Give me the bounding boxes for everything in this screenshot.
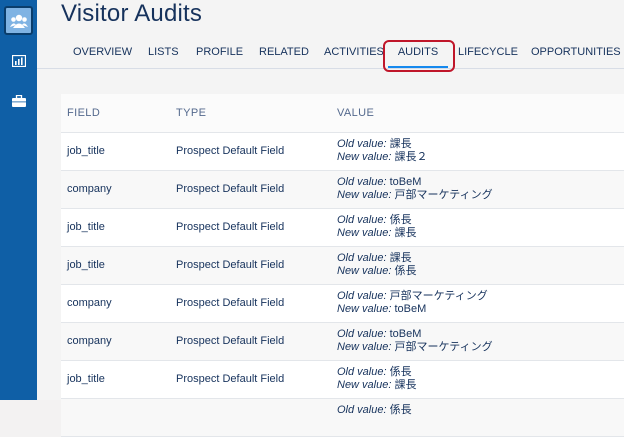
value-cell: Old value: toBeM New value: 戸部マーケティング	[337, 176, 493, 202]
app-sidebar	[0, 0, 37, 400]
table-header: FIELD TYPE VALUE	[61, 94, 624, 133]
old-value: 課長	[389, 138, 412, 150]
new-value: 戸部マーケティング	[394, 341, 493, 353]
field-cell: company	[67, 335, 112, 347]
table-body: job_title Prospect Default Field Old value…	[61, 133, 624, 437]
new-value-label: New value:	[337, 151, 392, 163]
table-row: company Prospect Default Field Old value: …	[61, 171, 624, 209]
table-row: company Prospect Default Field Old value: …	[61, 323, 624, 361]
table-row: Old value: 係長	[61, 399, 624, 437]
column-header-value[interactable]: VALUE	[337, 94, 374, 132]
type-cell: Prospect Default Field	[176, 335, 285, 347]
new-value-line: New value: toBeM	[337, 303, 488, 316]
table-row: job_title Prospect Default Field Old value…	[61, 247, 624, 285]
value-cell: Old value: toBeM New value: 戸部マーケティング	[337, 328, 493, 354]
new-value: 課長	[394, 379, 417, 391]
field-cell: job_title	[67, 145, 105, 157]
old-value-label: Old value:	[337, 290, 387, 302]
old-value-line: Old value: 係長	[337, 214, 416, 227]
sidebar-item-reports[interactable]	[4, 46, 33, 75]
value-cell: Old value: 課長 New value: 係長	[337, 252, 416, 278]
briefcase-icon	[11, 94, 26, 107]
main-content: Visitor Audits OVERVIEW LISTS PROFILE RE…	[37, 0, 624, 437]
field-cell: job_title	[67, 259, 105, 271]
type-cell: Prospect Default Field	[176, 373, 285, 385]
value-cell: Old value: 係長 New value: 課長	[337, 214, 416, 240]
type-cell: Prospect Default Field	[176, 259, 285, 271]
old-value-label: Old value:	[337, 214, 387, 226]
tab-activities[interactable]: ACTIVITIES	[324, 38, 384, 66]
column-header-field[interactable]: FIELD	[67, 94, 100, 132]
table-row: job_title Prospect Default Field Old value…	[61, 361, 624, 399]
new-value-line: New value: 戸部マーケティング	[337, 189, 493, 202]
tab-bar: OVERVIEW LISTS PROFILE RELATED ACTIVITIE…	[37, 38, 624, 72]
new-value-line: New value: 係長	[337, 265, 416, 278]
old-value: 係長	[389, 404, 412, 416]
old-value-line: Old value: 係長	[337, 404, 412, 417]
type-cell: Prospect Default Field	[176, 183, 285, 195]
new-value: 係長	[394, 265, 417, 277]
new-value-line: New value: 課長	[337, 379, 416, 392]
old-value-label: Old value:	[337, 138, 387, 150]
type-cell: Prospect Default Field	[176, 297, 285, 309]
field-cell: company	[67, 183, 112, 195]
sidebar-item-prospects[interactable]	[4, 6, 33, 35]
new-value: 課長２	[394, 151, 428, 163]
audits-table: FIELD TYPE VALUE job_title Prospect Defau…	[61, 94, 624, 437]
old-value-line: Old value: toBeM	[337, 328, 493, 341]
old-value-line: Old value: 課長	[337, 138, 427, 151]
old-value: 戸部マーケティング	[389, 290, 488, 302]
old-value: toBeM	[389, 328, 422, 340]
new-value-label: New value:	[337, 227, 392, 239]
old-value-line: Old value: 戸部マーケティング	[337, 290, 488, 303]
table-row: job_title Prospect Default Field Old value…	[61, 209, 624, 247]
old-value: 課長	[389, 252, 412, 264]
table-row: job_title Prospect Default Field Old value…	[61, 133, 624, 171]
new-value: 戸部マーケティング	[394, 189, 493, 201]
column-header-type[interactable]: TYPE	[176, 94, 206, 132]
table-row: company Prospect Default Field Old value: …	[61, 285, 624, 323]
field-cell: job_title	[67, 373, 105, 385]
new-value-label: New value:	[337, 341, 392, 353]
new-value-label: New value:	[337, 189, 392, 201]
sidebar-item-opportunities[interactable]	[4, 86, 33, 115]
new-value: 課長	[394, 227, 417, 239]
tab-lists[interactable]: LISTS	[148, 38, 179, 66]
tab-profile[interactable]: PROFILE	[196, 38, 243, 66]
old-value-line: Old value: 課長	[337, 252, 416, 265]
old-value-line: Old value: toBeM	[337, 176, 493, 189]
new-value: toBeM	[394, 303, 427, 315]
old-value: toBeM	[389, 176, 422, 188]
old-value-label: Old value:	[337, 176, 387, 188]
new-value-label: New value:	[337, 303, 392, 315]
old-value-label: Old value:	[337, 366, 387, 378]
value-cell: Old value: 課長 New value: 課長２	[337, 138, 427, 164]
type-cell: Prospect Default Field	[176, 221, 285, 233]
new-value-label: New value:	[337, 379, 392, 391]
prospects-icon	[9, 14, 28, 28]
value-cell: Old value: 戸部マーケティング New value: toBeM	[337, 290, 488, 316]
new-value-line: New value: 戸部マーケティング	[337, 341, 493, 354]
new-value-line: New value: 課長	[337, 227, 416, 240]
old-value-label: Old value:	[337, 328, 387, 340]
new-value-line: New value: 課長２	[337, 151, 427, 164]
new-value-label: New value:	[337, 265, 392, 277]
old-value: 係長	[389, 214, 412, 226]
value-cell: Old value: 係長 New value: 課長	[337, 366, 416, 392]
tab-lifecycle[interactable]: LIFECYCLE	[458, 38, 518, 66]
page-title: Visitor Audits	[61, 0, 203, 27]
old-value-label: Old value:	[337, 252, 387, 264]
reports-icon	[11, 54, 26, 67]
tab-opportunities[interactable]: OPPORTUNITIES	[531, 38, 621, 66]
old-value: 係長	[389, 366, 412, 378]
tab-related[interactable]: RELATED	[259, 38, 309, 66]
value-cell: Old value: 係長	[337, 404, 412, 417]
field-cell: company	[67, 297, 112, 309]
field-cell: job_title	[67, 221, 105, 233]
old-value-line: Old value: 係長	[337, 366, 416, 379]
type-cell: Prospect Default Field	[176, 145, 285, 157]
old-value-label: Old value:	[337, 404, 387, 416]
tab-overview[interactable]: OVERVIEW	[73, 38, 132, 66]
tab-audits[interactable]: AUDITS	[388, 38, 448, 68]
